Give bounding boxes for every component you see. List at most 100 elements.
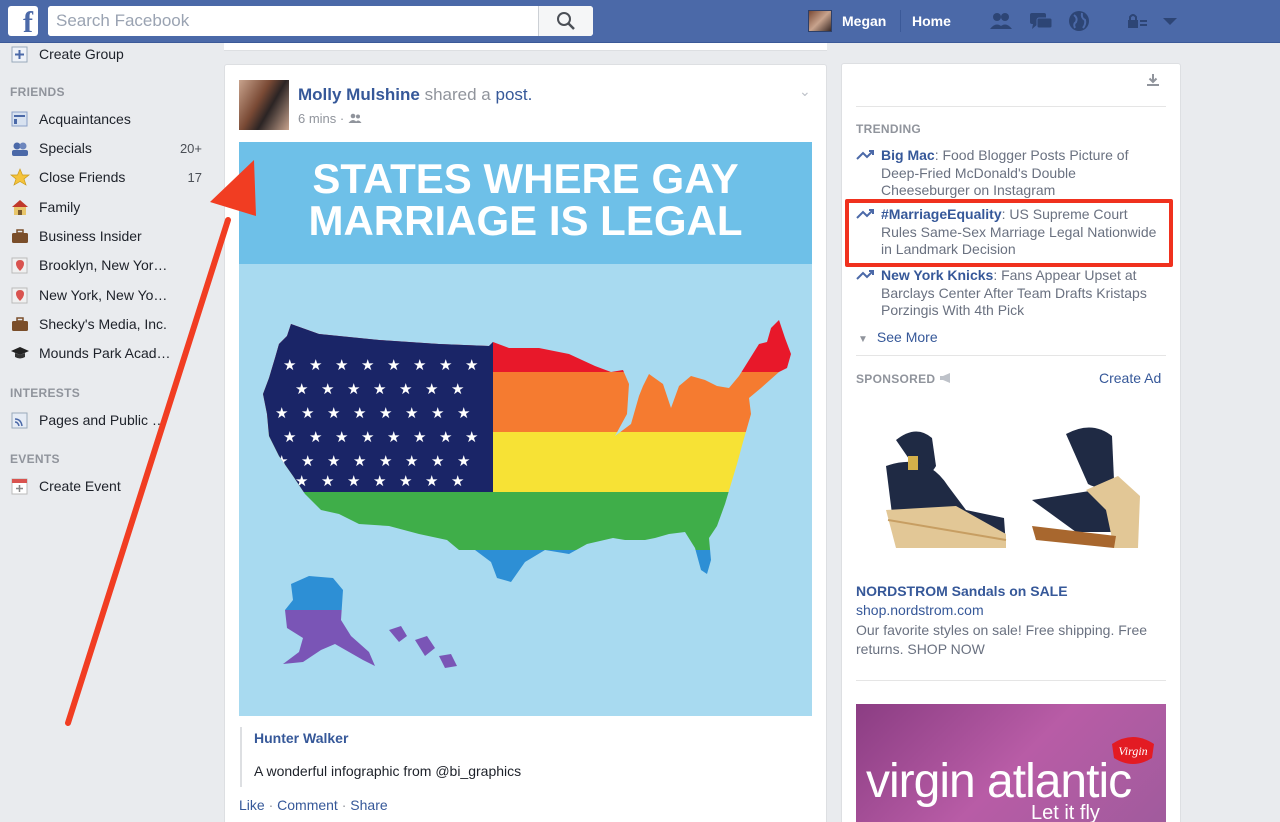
author-name-link[interactable]: Molly Mulshine (298, 85, 420, 104)
sidebar-item-create-group[interactable]: Create Group (10, 43, 210, 65)
svg-text:★: ★ (309, 428, 322, 446)
profile-avatar[interactable] (808, 10, 832, 32)
sidebar-item-label: Close Friends (39, 169, 126, 185)
sidebar-item-acquaintances[interactable]: Acquaintances (10, 108, 210, 130)
sidebar-item-sheckys-media[interactable]: Shecky's Media, Inc. (10, 313, 210, 335)
profile-name-link[interactable]: Megan (842, 13, 886, 29)
trending-topic[interactable]: New York Knicks (881, 267, 993, 283)
svg-text:★: ★ (373, 380, 386, 398)
divider (856, 355, 1166, 356)
sidebar-item-specials[interactable]: Specials 20+ (10, 137, 210, 159)
search-button[interactable] (538, 6, 593, 36)
calendar-icon (11, 478, 28, 495)
top-divider (900, 10, 901, 32)
messages-icon[interactable] (1028, 9, 1054, 33)
plus-icon (11, 46, 28, 63)
post-image-infographic[interactable]: STATES WHERE GAY MARRIAGE IS LEGAL ★ ★ ★ ★ ★… (239, 142, 812, 716)
top-navigation-bar: f Megan Home (0, 0, 1280, 43)
sidebar-item-label: Pages and Public … (39, 412, 166, 428)
infographic-title: STATES WHERE GAY MARRIAGE IS LEGAL (239, 142, 812, 264)
search-box (48, 6, 593, 36)
friend-requests-icon[interactable] (988, 9, 1014, 33)
svg-text:★: ★ (399, 472, 412, 490)
svg-text:★: ★ (283, 428, 296, 446)
sidebar-item-new-york[interactable]: New York, New Yo… (10, 284, 210, 306)
svg-text:★: ★ (301, 452, 314, 470)
ad-url-link[interactable]: shop.nordstrom.com (856, 602, 984, 618)
trending-arrow-icon (856, 270, 874, 280)
virgin-atlantic-ad[interactable]: Virgin virgin atlantic Let it fly (856, 704, 1166, 822)
svg-text:★: ★ (335, 428, 348, 446)
sidebar-item-label: Shecky's Media, Inc. (39, 316, 167, 332)
sidebar-item-brooklyn[interactable]: Brooklyn, New Yor… (10, 254, 210, 276)
briefcase-icon (12, 317, 28, 331)
sidebar-item-close-friends[interactable]: Close Friends 17 (10, 166, 210, 188)
svg-text:★: ★ (405, 452, 418, 470)
shared-author-link[interactable]: Hunter Walker (254, 730, 348, 746)
sidebar-item-family[interactable]: Family (10, 196, 210, 218)
home-link[interactable]: Home (912, 13, 951, 29)
rainbow-us-flag-map: ★ ★ ★ ★ ★ ★ ★ ★ ★ ★ ★ ★ ★ ★ ★ ★ ★ ★ ★ ★ ★ ★ ★ ★ ★ ★ ★ ★ ★ ★ ★ ★ ★ ★ ★ ★… (263, 320, 791, 668)
friends-audience-icon[interactable] (348, 113, 362, 124)
ad-image-sandals[interactable] (856, 400, 1166, 574)
sidebar-item-label: Acquaintances (39, 111, 131, 127)
create-ad-link[interactable]: Create Ad (1099, 370, 1161, 386)
download-icon[interactable] (1145, 72, 1161, 88)
trending-arrow-icon (856, 150, 874, 160)
list-icon (11, 111, 28, 127)
infographic-title-line1: STATES WHERE GAY (312, 155, 739, 202)
like-link[interactable]: Like (239, 797, 265, 813)
comment-link[interactable]: Comment (277, 797, 338, 813)
share-link[interactable]: Share (350, 797, 387, 813)
svg-text:★: ★ (465, 428, 478, 446)
globe-icon[interactable] (1066, 9, 1092, 33)
privacy-icon[interactable] (1124, 9, 1150, 33)
rss-feed-icon (11, 412, 28, 429)
briefcase-icon (12, 229, 28, 243)
interests-heading: INTERESTS (10, 386, 81, 400)
svg-text:★: ★ (327, 452, 340, 470)
sidebar-item-create-event[interactable]: Create Event (10, 475, 210, 497)
post-timestamp[interactable]: 6 mins (298, 111, 336, 126)
svg-text:★: ★ (413, 428, 426, 446)
search-input[interactable] (48, 6, 538, 36)
svg-text:★: ★ (347, 472, 360, 490)
see-more-button[interactable]: ▼ See More (858, 329, 938, 345)
sponsored-label: SPONSORED (856, 372, 936, 386)
post-action-text: shared a (424, 85, 491, 104)
post-header: Molly Mulshine shared a post. (298, 85, 532, 105)
author-avatar[interactable] (239, 80, 289, 130)
sidebar-item-pages-and-public[interactable]: Pages and Public … (10, 409, 210, 431)
svg-text:★: ★ (465, 356, 478, 374)
svg-text:★: ★ (457, 404, 470, 422)
svg-text:★: ★ (275, 452, 288, 470)
chevron-down-icon[interactable] (1157, 9, 1183, 33)
post-options-chevron-icon[interactable]: ⌄ (799, 83, 811, 100)
svg-text:★: ★ (431, 452, 444, 470)
sidebar-item-business-insider[interactable]: Business Insider (10, 225, 210, 247)
sidebar-item-count: 17 (187, 169, 202, 185)
virgin-atlantic-wordmark: virgin atlantic (866, 755, 1132, 808)
svg-text:★: ★ (353, 452, 366, 470)
svg-text:★: ★ (413, 356, 426, 374)
sidebar-item-mounds-park[interactable]: Mounds Park Acad… (10, 342, 210, 364)
location-pin-icon (11, 257, 28, 274)
shared-attribution: Hunter Walker A wonderful infographic fr… (240, 727, 540, 787)
facebook-logo[interactable]: f (8, 6, 38, 36)
svg-text:★: ★ (327, 404, 340, 422)
post-meta: 6 mins · (298, 111, 362, 126)
svg-text:★: ★ (295, 472, 308, 490)
svg-text:★: ★ (283, 356, 296, 374)
ad-description: Our favorite styles on sale! Free shippi… (856, 622, 1148, 657)
svg-text:★: ★ (431, 404, 444, 422)
svg-text:★: ★ (301, 404, 314, 422)
annotation-highlight-box (845, 199, 1173, 267)
trending-topic[interactable]: Big Mac (881, 147, 935, 163)
sponsored-heading: SPONSORED (856, 372, 953, 386)
shared-post-link[interactable]: post. (495, 85, 532, 104)
ad-title-link[interactable]: NORDSTROM Sandals on SALE (856, 583, 1068, 599)
trending-heading: TRENDING (856, 122, 922, 136)
svg-text:★: ★ (425, 380, 438, 398)
sidebar-item-count: 20+ (179, 140, 202, 156)
post-actions: Like · Comment · Share (239, 797, 388, 813)
